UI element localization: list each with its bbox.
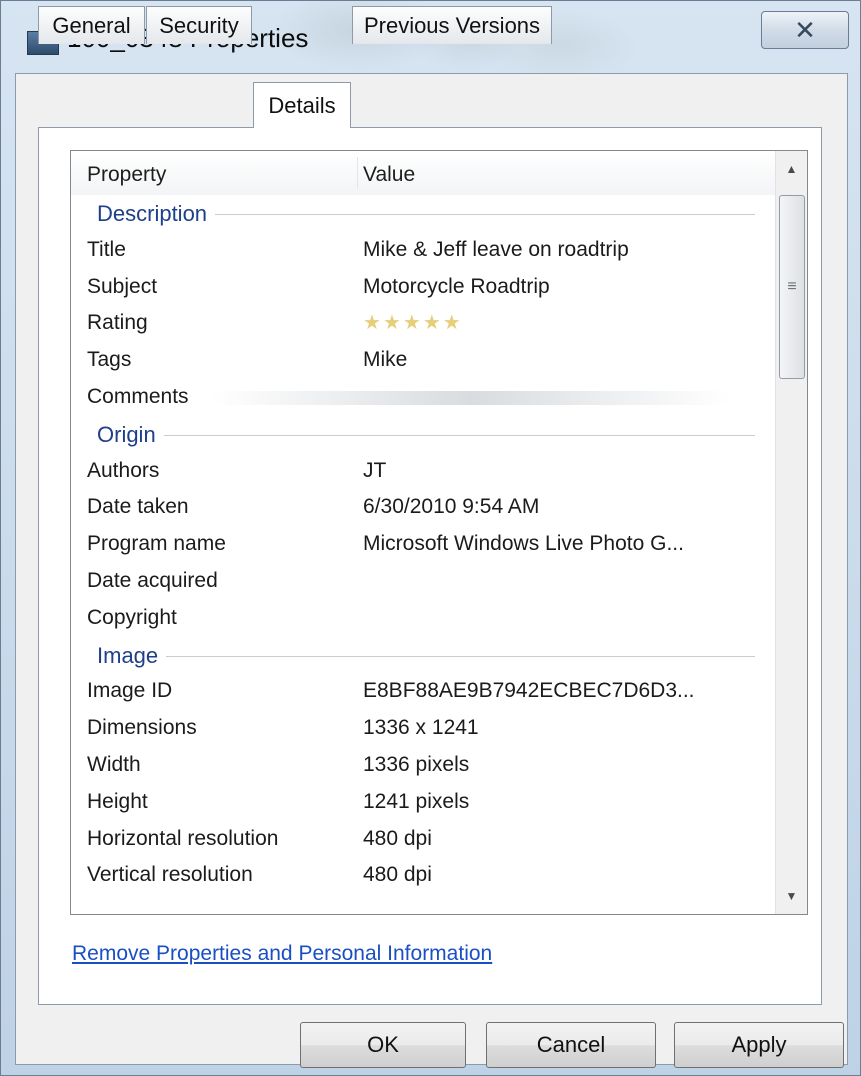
rating-stars[interactable]: ★ ★ ★ ★ ★ xyxy=(363,313,461,333)
property-value[interactable]: JT xyxy=(363,459,386,483)
section-divider xyxy=(97,655,755,657)
property-value[interactable]: Mike xyxy=(363,348,407,372)
property-name: Height xyxy=(87,789,148,813)
cancel-button[interactable]: Cancel xyxy=(486,1022,656,1068)
property-name: Copyright xyxy=(87,605,177,629)
column-header-property[interactable]: Property xyxy=(87,163,166,187)
section-divider xyxy=(97,434,755,436)
property-value[interactable]: Mike & Jeff leave on roadtrip xyxy=(363,238,629,262)
list-rows: Description Title Mike & Jeff leave on r… xyxy=(71,195,775,894)
scroll-up-arrow-icon[interactable]: ▲ xyxy=(776,151,807,187)
list-item[interactable]: Authors JT xyxy=(71,453,775,490)
property-value[interactable]: Microsoft Windows Live Photo G... xyxy=(363,532,684,556)
property-value[interactable]: 1241 pixels xyxy=(363,790,469,814)
section-label: Description xyxy=(97,201,216,227)
property-value[interactable]: 480 dpi xyxy=(363,827,432,851)
tab-general-label: General xyxy=(52,12,131,38)
property-name: Title xyxy=(87,237,126,261)
list-item[interactable]: Dimensions 1336 x 1241 xyxy=(71,710,775,747)
list-item[interactable]: Height 1241 pixels xyxy=(71,784,775,821)
tab-details[interactable]: Details xyxy=(253,82,351,128)
vertical-scrollbar[interactable]: ▲ ≡ ▼ xyxy=(775,151,807,914)
list-item[interactable]: Title Mike & Jeff leave on roadtrip xyxy=(71,232,775,269)
property-name: Horizontal resolution xyxy=(87,826,279,850)
list-item[interactable]: Horizontal resolution 480 dpi xyxy=(71,821,775,858)
list-item[interactable]: Rating ★ ★ ★ ★ ★ xyxy=(71,305,775,342)
scroll-thumb[interactable]: ≡ xyxy=(779,195,805,379)
property-name: Date acquired xyxy=(87,568,218,592)
close-button[interactable]: ✕ xyxy=(761,11,849,49)
comments-value-blurred[interactable] xyxy=(211,390,731,405)
ok-button-label: OK xyxy=(367,1032,399,1057)
section-label: Origin xyxy=(97,421,164,448)
list-item[interactable]: Tags Mike xyxy=(71,342,775,379)
star-icon[interactable]: ★ xyxy=(363,313,381,333)
section-origin: Origin xyxy=(71,416,775,453)
list-item[interactable]: Date taken 6/30/2010 9:54 AM xyxy=(71,489,775,526)
property-name: Image ID xyxy=(87,679,173,703)
property-name: Authors xyxy=(87,458,160,482)
tab-previous-versions-label: Previous Versions xyxy=(363,12,541,38)
property-value[interactable]: 1336 pixels xyxy=(363,753,469,777)
property-name: Vertical resolution xyxy=(87,863,253,887)
tab-previous-versions[interactable]: Previous Versions xyxy=(352,6,552,44)
list-header: Property Value xyxy=(71,151,775,195)
star-icon[interactable]: ★ xyxy=(383,313,401,333)
section-image: Image xyxy=(71,637,775,674)
star-icon[interactable]: ★ xyxy=(443,313,461,333)
list-item[interactable]: Vertical resolution 480 dpi xyxy=(71,857,775,894)
apply-button-label: Apply xyxy=(731,1032,787,1057)
scroll-down-arrow-icon[interactable]: ▼ xyxy=(776,878,807,914)
star-icon[interactable]: ★ xyxy=(403,313,421,333)
property-name: Dimensions xyxy=(87,716,197,740)
property-value[interactable]: 480 dpi xyxy=(363,863,432,887)
property-value[interactable]: Motorcycle Roadtrip xyxy=(363,275,550,299)
section-label: Image xyxy=(97,642,167,669)
remove-properties-link[interactable]: Remove Properties and Personal Informati… xyxy=(72,942,492,966)
list-item[interactable]: Width 1336 pixels xyxy=(71,747,775,784)
list-item[interactable]: Subject Motorcycle Roadtrip xyxy=(71,269,775,306)
property-value[interactable]: 1336 x 1241 xyxy=(363,716,479,740)
apply-button[interactable]: Apply xyxy=(674,1022,844,1068)
tab-general[interactable]: General xyxy=(38,6,145,44)
property-name: Comments xyxy=(87,384,189,408)
tab-details-label: Details xyxy=(268,92,336,118)
property-name: Rating xyxy=(87,311,148,335)
list-item[interactable]: Program name Microsoft Windows Live Phot… xyxy=(71,526,775,563)
property-value[interactable]: 6/30/2010 9:54 AM xyxy=(363,495,539,519)
close-icon: ✕ xyxy=(794,14,816,45)
grip-icon: ≡ xyxy=(787,278,797,295)
property-value[interactable]: E8BF88AE9B7942ECBEC7D6D3... xyxy=(363,679,695,703)
property-name: Width xyxy=(87,752,141,776)
property-name: Date taken xyxy=(87,495,189,519)
ok-button[interactable]: OK xyxy=(300,1022,466,1068)
list-item[interactable]: Date acquired xyxy=(71,563,775,600)
column-header-value[interactable]: Value xyxy=(363,163,415,187)
list-item[interactable]: Copyright xyxy=(71,600,775,637)
column-divider[interactable] xyxy=(357,157,358,189)
property-name: Program name xyxy=(87,532,226,556)
tab-security-label: Security xyxy=(159,12,239,38)
list-item[interactable]: Image ID E8BF88AE9B7942ECBEC7D6D3... xyxy=(71,673,775,710)
list-item[interactable]: Comments xyxy=(71,379,775,416)
section-description: Description xyxy=(71,195,775,232)
properties-list[interactable]: Property Value Description Title Mike & … xyxy=(70,150,808,915)
star-icon[interactable]: ★ xyxy=(423,313,441,333)
property-name: Subject xyxy=(87,274,158,298)
tab-security[interactable]: Security xyxy=(146,6,252,44)
property-name: Tags xyxy=(87,348,132,372)
cancel-button-label: Cancel xyxy=(536,1032,606,1057)
